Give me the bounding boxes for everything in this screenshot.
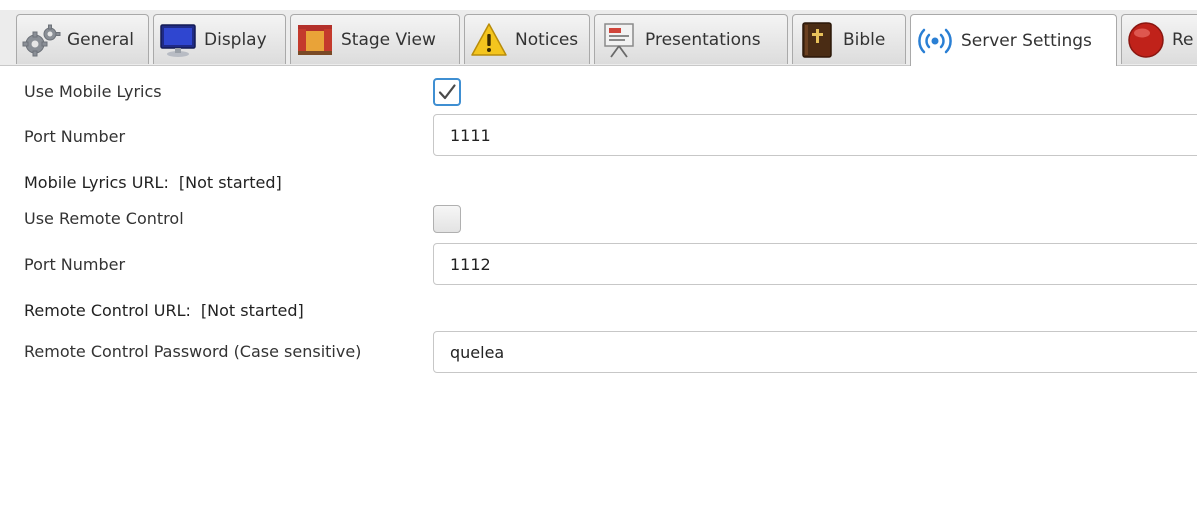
remote-port-input[interactable] xyxy=(433,243,1197,285)
broadcast-icon xyxy=(915,21,955,61)
mobile-lyrics-url-value: [Not started] xyxy=(178,173,282,192)
tab-general[interactable]: General xyxy=(16,14,149,64)
tab-general-label: General xyxy=(67,29,134,50)
preferences-tab-bar: General Display Stage View Notices Prese… xyxy=(0,10,1197,67)
tab-display[interactable]: Display xyxy=(153,14,286,64)
mobile-port-label: Port Number xyxy=(24,127,126,146)
monitor-icon xyxy=(158,20,198,60)
server-settings-panel: Use Mobile Lyrics Port Number Mobile Lyr… xyxy=(0,66,1197,521)
tab-recordings-label: Re xyxy=(1172,29,1194,50)
tab-presentations[interactable]: Presentations xyxy=(594,14,788,64)
use-mobile-lyrics-label: Use Mobile Lyrics xyxy=(24,82,162,101)
tab-bible[interactable]: Bible xyxy=(792,14,906,64)
tab-server-settings[interactable]: Server Settings xyxy=(910,14,1117,67)
tab-bible-label: Bible xyxy=(843,29,886,50)
presentation-icon xyxy=(599,20,639,60)
use-mobile-lyrics-checkbox[interactable] xyxy=(433,78,461,106)
tab-notices-label: Notices xyxy=(515,29,579,50)
window-top-edge xyxy=(0,0,1197,10)
tab-stage-view-label: Stage View xyxy=(341,29,436,50)
use-remote-control-label: Use Remote Control xyxy=(24,209,184,228)
tab-stage-view[interactable]: Stage View xyxy=(290,14,460,64)
gears-icon xyxy=(21,20,61,60)
tab-server-settings-label: Server Settings xyxy=(961,31,1092,51)
warning-icon xyxy=(469,20,509,60)
remote-password-input[interactable] xyxy=(433,331,1197,373)
remote-control-url-label: Remote Control URL: xyxy=(24,301,191,320)
remote-control-url-info: Remote Control URL: [Not started] xyxy=(24,301,304,320)
mobile-port-input[interactable] xyxy=(433,114,1197,156)
tab-notices[interactable]: Notices xyxy=(464,14,590,64)
checkmark-icon xyxy=(438,84,456,100)
bible-icon xyxy=(797,20,837,60)
use-remote-control-checkbox[interactable] xyxy=(433,205,461,233)
tab-display-label: Display xyxy=(204,29,267,50)
mobile-lyrics-url-label: Mobile Lyrics URL: xyxy=(24,173,169,192)
remote-port-label: Port Number xyxy=(24,255,126,274)
remote-control-url-value: [Not started] xyxy=(200,301,304,320)
record-icon xyxy=(1126,20,1166,60)
tab-presentations-label: Presentations xyxy=(645,29,761,50)
remote-password-label: Remote Control Password (Case sensitive) xyxy=(24,342,362,361)
stage-icon xyxy=(295,20,335,60)
mobile-lyrics-url-info: Mobile Lyrics URL: [Not started] xyxy=(24,173,282,192)
tab-recordings[interactable]: Re xyxy=(1121,14,1197,64)
